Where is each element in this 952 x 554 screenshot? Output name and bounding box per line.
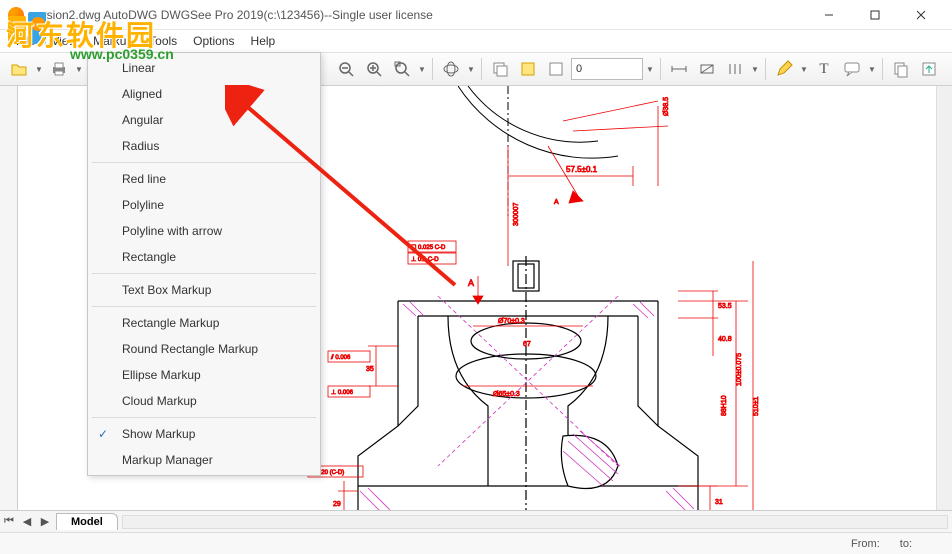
svg-text:29: 29 [333,501,341,508]
svg-text:A: A [468,278,474,288]
tab-model[interactable]: Model [56,513,118,530]
print-dropdown-icon[interactable]: ▼ [74,65,84,74]
measure-linear-icon[interactable] [666,56,692,82]
titlebar: version2.dwg AutoDWG DWGSee Pro 2019(c:\… [0,0,952,30]
comment-dropdown-icon[interactable]: ▼ [867,65,877,74]
open-dropdown-icon[interactable]: ▼ [34,65,44,74]
svg-text:⊥ 0.006: ⊥ 0.006 [331,389,354,396]
dd-show-markup[interactable]: ✓Show Markup [88,421,320,447]
measure-area-icon[interactable] [694,56,720,82]
text-icon[interactable]: T [811,56,837,82]
tab-nav-prev-icon[interactable]: ◀ [18,515,36,528]
menu-help[interactable]: Help [243,32,284,50]
layers-icon[interactable] [487,56,513,82]
view3d-dropdown-icon[interactable]: ▼ [466,65,476,74]
svg-text:31: 31 [715,499,723,506]
close-button[interactable] [898,0,944,30]
dd-cloud-markup[interactable]: Cloud Markup [88,388,320,414]
dd-polyline[interactable]: Polyline [88,192,320,218]
app-icon [8,7,24,23]
svg-text:510±1: 510±1 [753,396,760,416]
horizontal-scrollbar[interactable] [122,515,948,529]
dd-linear[interactable]: Linear [88,55,320,81]
dd-textbox-markup[interactable]: Text Box Markup [88,277,320,303]
minimize-button[interactable] [806,0,852,30]
statusbar: From: to: [0,532,952,554]
menu-file[interactable]: File [8,32,43,50]
markup-dropdown: Linear Aligned Angular Radius Red line P… [87,52,321,476]
dd-rectangle[interactable]: Rectangle [88,244,320,270]
dd-radius[interactable]: Radius [88,133,320,159]
menu-tools[interactable]: Tools [141,32,185,50]
zoom-in-icon[interactable] [361,56,387,82]
svg-text:⫽ 0.006: ⫽ 0.006 [330,354,351,361]
maximize-button[interactable] [852,0,898,30]
print-icon[interactable] [46,56,72,82]
check-icon: ✓ [98,427,108,441]
measure-align-icon[interactable] [722,56,748,82]
view3d-icon[interactable] [438,56,464,82]
vertical-ruler [0,86,18,510]
status-from-label: From: [851,538,880,550]
svg-text:40.8: 40.8 [718,336,732,343]
svg-text:57.5±0.1: 57.5±0.1 [566,165,598,174]
status-to-label: to: [900,538,912,550]
menu-view[interactable]: View [43,32,85,50]
tab-nav-first-icon[interactable]: ⏮ [0,515,18,528]
dd-aligned[interactable]: Aligned [88,81,320,107]
export-icon[interactable] [916,56,942,82]
zoom-window-icon[interactable] [389,56,415,82]
dd-markup-manager[interactable]: Markup Manager [88,447,320,473]
zoom-dropdown-icon[interactable]: ▼ [417,65,427,74]
vertical-scrollbar[interactable] [936,86,952,510]
menubar: File View Markup Tools Options Help [0,30,952,52]
svg-text:☐ 0.025 C-D: ☐ 0.025 C-D [411,244,446,251]
svg-text:53.5: 53.5 [718,303,732,310]
dd-ellipse-markup[interactable]: Ellipse Markup [88,362,320,388]
svg-text:67: 67 [523,341,531,348]
svg-text:100±0.075: 100±0.075 [736,353,743,386]
dd-rectangle-markup[interactable]: Rectangle Markup [88,310,320,336]
layer-select[interactable] [571,58,643,80]
menu-markup[interactable]: Markup [85,32,141,50]
tabbar: ⏮ ◀ ▶ Model [0,510,952,532]
comment-icon[interactable] [839,56,865,82]
zoom-out-icon[interactable] [333,56,359,82]
dd-polyline-arrow[interactable]: Polyline with arrow [88,218,320,244]
open-icon[interactable] [6,56,32,82]
layer-state-icon[interactable] [515,56,541,82]
svg-text:35: 35 [366,366,374,373]
dd-angular[interactable]: Angular [88,107,320,133]
dd-red-line[interactable]: Red line [88,166,320,192]
menu-options[interactable]: Options [185,32,242,50]
pen-dropdown-icon[interactable]: ▼ [799,65,809,74]
svg-text:88H10: 88H10 [721,395,728,416]
svg-text:300007: 300007 [513,203,520,226]
svg-text:⊥ 0.1 C-D: ⊥ 0.1 C-D [411,256,439,263]
layer-dropdown-icon[interactable]: ▼ [645,65,655,74]
dd-round-rectangle-markup[interactable]: Round Rectangle Markup [88,336,320,362]
layer-color-icon[interactable] [543,56,569,82]
measure-dropdown-icon[interactable]: ▼ [750,65,760,74]
svg-text:Ø38.5: Ø38.5 [663,97,670,116]
svg-text:Ø70±0.3: Ø70±0.3 [498,318,525,325]
tab-nav-next-icon[interactable]: ▶ [36,515,54,528]
pen-icon[interactable] [771,56,797,82]
window-title: version2.dwg AutoDWG DWGSee Pro 2019(c:\… [30,8,806,22]
svg-text:A: A [554,199,559,206]
copy-icon[interactable] [888,56,914,82]
